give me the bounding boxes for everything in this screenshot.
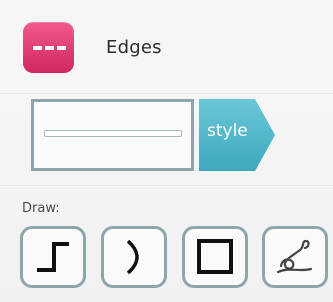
- tool-rectangle[interactable]: [182, 226, 248, 288]
- edges-panel: Edges style Draw:: [0, 0, 333, 302]
- dash-1: [33, 46, 42, 50]
- edge-style-preview[interactable]: [31, 99, 194, 171]
- style-button-label: style: [207, 121, 248, 141]
- square-icon: [197, 239, 233, 274]
- dash-3: [57, 46, 66, 50]
- draw-label: Draw:: [22, 201, 60, 216]
- edges-icon: [23, 22, 74, 73]
- arc-icon: [126, 239, 139, 275]
- panel-title: Edges: [106, 37, 162, 58]
- panel-header: Edges: [0, 0, 333, 96]
- freehand-icon: [276, 239, 313, 274]
- tool-freehand[interactable]: [262, 226, 328, 288]
- tool-curved-edge[interactable]: [101, 226, 167, 288]
- dash-2: [45, 46, 54, 50]
- style-divider: [0, 185, 333, 187]
- style-button[interactable]: style: [199, 99, 276, 171]
- line-edge-preview: [44, 130, 182, 137]
- step-line-icon: [37, 242, 69, 272]
- header-divider: [0, 93, 333, 95]
- tool-orthogonal-edge[interactable]: [20, 226, 86, 288]
